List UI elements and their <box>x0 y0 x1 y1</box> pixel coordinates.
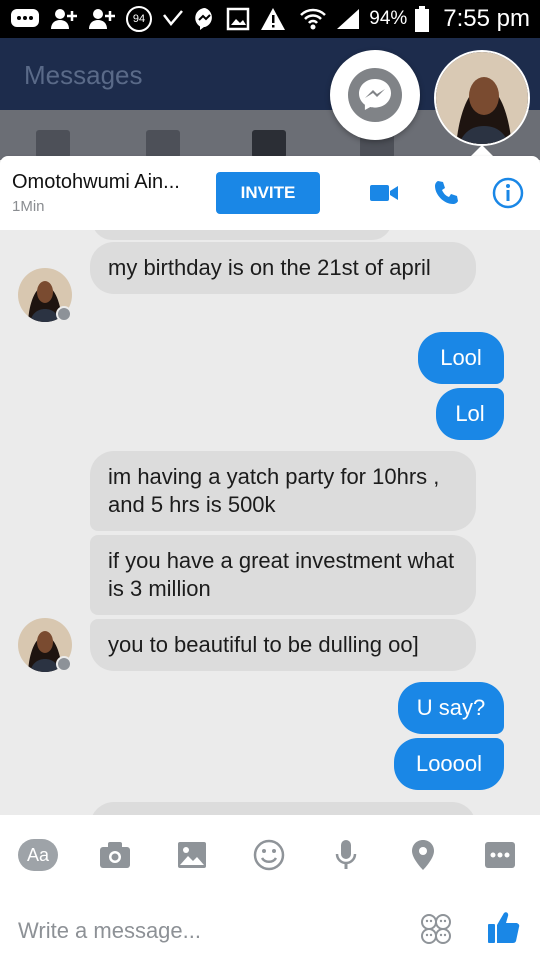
wifi-icon <box>299 7 327 31</box>
thumbs-up-icon[interactable] <box>482 905 526 949</box>
contact-chat-head-avatar[interactable] <box>434 50 530 146</box>
message-bubble[interactable]: if you have a great investment what is 3… <box>90 535 476 615</box>
partial-message-bubble <box>92 230 392 240</box>
message-composer: Aa <box>0 815 540 960</box>
more-icon[interactable] <box>478 833 522 877</box>
facebook-badge-icon <box>56 306 72 322</box>
messenger-icon <box>348 68 402 122</box>
text-format-button[interactable]: Aa <box>16 833 60 877</box>
news-feed-icon <box>36 130 70 158</box>
warning-icon <box>260 7 286 31</box>
contact-active-status: 1Min <box>12 198 45 215</box>
message-bubble[interactable]: my birthday is on the 21st of april <box>90 242 476 294</box>
signal-icon <box>335 7 361 31</box>
message-thread[interactable]: my birthday is on the 21st of april Lool… <box>0 230 540 815</box>
contact-info[interactable]: Omotohwumi Ain... 1Min <box>12 171 216 215</box>
text-format-label: Aa <box>18 839 58 871</box>
conversation-header: Omotohwumi Ain... 1Min INVITE <box>0 156 540 230</box>
message-bubble[interactable]: Looool <box>394 738 504 790</box>
check-arrow-icon <box>162 9 184 29</box>
avatar-icon <box>436 52 528 144</box>
friends-icon <box>146 130 180 158</box>
phone-icon[interactable] <box>426 173 466 213</box>
image-icon[interactable] <box>170 833 214 877</box>
gallery-icon <box>226 7 250 31</box>
message-input[interactable] <box>18 913 398 949</box>
status-bar: 94 94% 7:55 pm <box>0 0 540 38</box>
messenger-chat-head[interactable] <box>330 50 420 140</box>
message-bubble[interactable]: U say? <box>398 682 504 734</box>
message-bubble[interactable]: Lool <box>418 332 504 384</box>
message-bubble[interactable]: Lol <box>436 388 504 440</box>
invite-button[interactable]: INVITE <box>216 172 320 214</box>
contact-name: Omotohwumi Ain... <box>12 171 180 193</box>
video-camera-icon[interactable] <box>364 173 404 213</box>
partial-message-bubble <box>90 802 476 815</box>
battery-icon <box>415 6 430 32</box>
message-bubble[interactable]: you to beautiful to be dulling oo] <box>90 619 476 671</box>
battery-percent: 94% <box>369 8 408 29</box>
notification-count-badge: 94 <box>126 6 152 32</box>
add-friend-icon-2 <box>88 7 116 31</box>
microphone-icon[interactable] <box>324 833 368 877</box>
composer-toolbar: Aa <box>0 833 540 883</box>
message-bubble[interactable]: im having a yatch party for 10hrs , and … <box>90 451 476 531</box>
messenger-status-icon <box>194 7 216 31</box>
composer-input-row <box>0 905 540 955</box>
add-friend-icon <box>50 7 78 31</box>
emoji-icon[interactable] <box>247 833 291 877</box>
clock: 7:55 pm <box>443 5 530 32</box>
messages-tab-icon <box>252 130 286 158</box>
location-icon[interactable] <box>401 833 445 877</box>
chat-notification-icon <box>10 8 40 30</box>
sticker-icon[interactable] <box>414 907 458 951</box>
background-app-title: Messages <box>24 60 143 90</box>
info-icon[interactable] <box>488 173 528 213</box>
facebook-badge-icon <box>56 656 72 672</box>
camera-icon[interactable] <box>93 833 137 877</box>
